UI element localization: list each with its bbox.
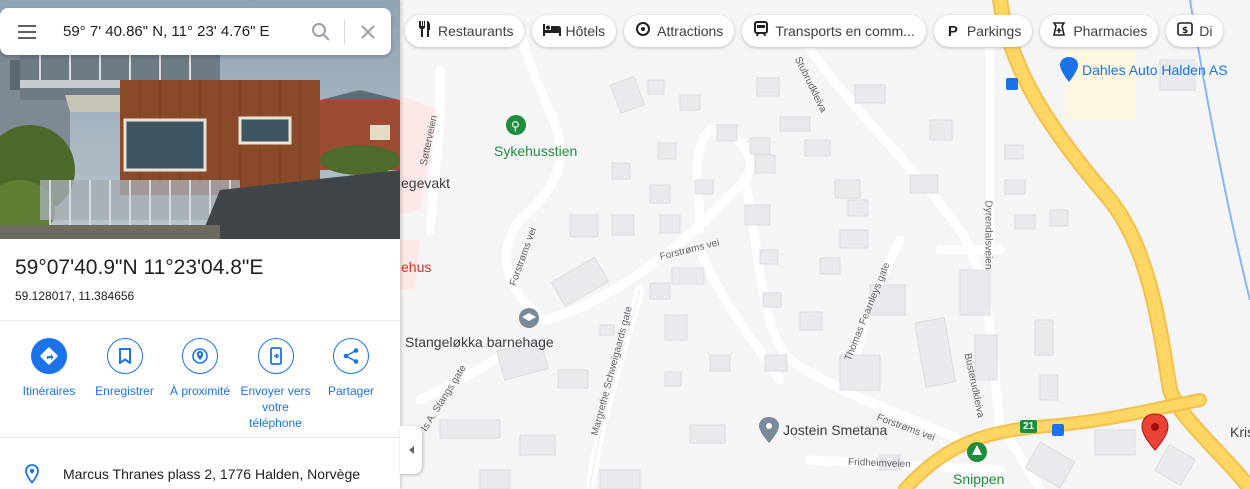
action-label: Envoyer vers votre téléphone	[240, 384, 311, 430]
chip-label: Hôtels	[565, 23, 606, 39]
bookmark-icon	[118, 348, 131, 364]
location-pin-icon	[24, 464, 39, 484]
search-box	[0, 8, 391, 55]
chip-pharmacies[interactable]: Pharmacies	[1040, 15, 1159, 47]
restaurant-icon	[416, 21, 432, 41]
search-input[interactable]	[54, 23, 298, 40]
svg-text:⚲: ⚲	[511, 119, 520, 133]
divider	[0, 320, 400, 321]
category-chips: Restaurants Hôtels Attractions Transport…	[405, 15, 1224, 47]
action-label: Enregistrer	[95, 384, 154, 398]
hamburger-icon	[18, 30, 36, 33]
parking-icon: P	[947, 22, 958, 40]
action-buttons: Itinéraires Enregistrer À proximité Envo…	[0, 338, 400, 431]
share-icon	[343, 348, 359, 364]
search-icon	[312, 22, 330, 41]
map-place-jostein[interactable]: Jostein Smetana	[783, 422, 887, 438]
chip-label: Pharmacies	[1073, 23, 1148, 39]
directions-button[interactable]: Itinéraires	[13, 338, 85, 431]
action-label: Itinéraires	[22, 384, 76, 398]
place-panel: 59°07'40.9"N 11°23'04.8"E 59.128017, 11.…	[0, 0, 400, 489]
save-button[interactable]: Enregistrer	[89, 338, 161, 431]
send-to-phone-button[interactable]: Envoyer vers votre téléphone	[240, 338, 312, 431]
action-circle	[31, 338, 67, 374]
action-circle	[333, 338, 369, 374]
chip-attractions[interactable]: Attractions	[624, 15, 735, 47]
address-text: Marcus Thranes plass 2, 1776 Halden, Nor…	[63, 466, 361, 482]
place-decimal-coords[interactable]: 59.128017, 11.384656	[15, 289, 134, 303]
chip-parkings[interactable]: P Parkings	[933, 15, 1033, 47]
map-place-dahles[interactable]: Dahles Auto Halden AS	[1082, 62, 1228, 78]
menu-button[interactable]	[0, 8, 54, 55]
place-title: 59°07'40.9"N 11°23'04.8"E	[15, 256, 264, 279]
chip-label: Parkings	[966, 23, 1022, 39]
collapse-panel-button[interactable]	[400, 426, 422, 474]
svg-text:$: $	[1182, 26, 1188, 36]
action-circle	[182, 338, 218, 374]
chip-atm[interactable]: $ Di	[1166, 15, 1224, 47]
chevron-left-icon	[408, 446, 414, 454]
chip-label: Restaurants	[438, 23, 514, 39]
chip-label: Transports en comm...	[775, 23, 915, 39]
share-button[interactable]: Partager	[315, 338, 387, 431]
nearby-icon	[192, 348, 208, 364]
action-circle	[257, 338, 294, 374]
action-label: Partager	[327, 384, 375, 398]
hotel-icon	[543, 22, 562, 40]
clear-search-button[interactable]	[345, 8, 391, 55]
attraction-icon	[635, 21, 651, 41]
map-place-stangelokka[interactable]: Stangeløkka barnehage	[405, 334, 554, 350]
chip-label: Attractions	[657, 23, 724, 39]
chip-label: Di	[1199, 23, 1213, 39]
chip-restaurants[interactable]: Restaurants	[405, 15, 525, 47]
address-row[interactable]: Marcus Thranes plass 2, 1776 Halden, Nor…	[0, 458, 400, 489]
action-circle	[106, 338, 143, 374]
chip-hotels[interactable]: Hôtels	[532, 15, 617, 47]
action-label: À proximité	[169, 384, 231, 398]
road-number-badge: 21	[1020, 420, 1038, 433]
close-icon	[361, 24, 375, 39]
map-place-kris[interactable]: Kris	[1230, 424, 1250, 440]
atm-icon: $	[1177, 22, 1194, 40]
pharmacy-icon	[1051, 21, 1067, 41]
phone-icon	[269, 347, 282, 365]
map-place-snippen[interactable]: Snippen	[953, 471, 1004, 487]
chip-transit[interactable]: Transports en comm...	[742, 15, 926, 47]
street-label: Dyrendalsveien	[982, 200, 994, 270]
street-label: Fridheimveien	[847, 457, 911, 471]
nearby-button[interactable]: À proximité	[164, 338, 236, 431]
transit-icon	[753, 21, 769, 41]
map-place-legevakt[interactable]: egevakt	[401, 175, 450, 191]
directions-icon	[40, 347, 58, 365]
map-place-sykehus[interactable]: ehus	[401, 259, 431, 275]
divider	[0, 437, 400, 438]
search-button[interactable]	[298, 8, 344, 55]
map-place-sykehusstien[interactable]: Sykehusstien	[494, 143, 577, 159]
